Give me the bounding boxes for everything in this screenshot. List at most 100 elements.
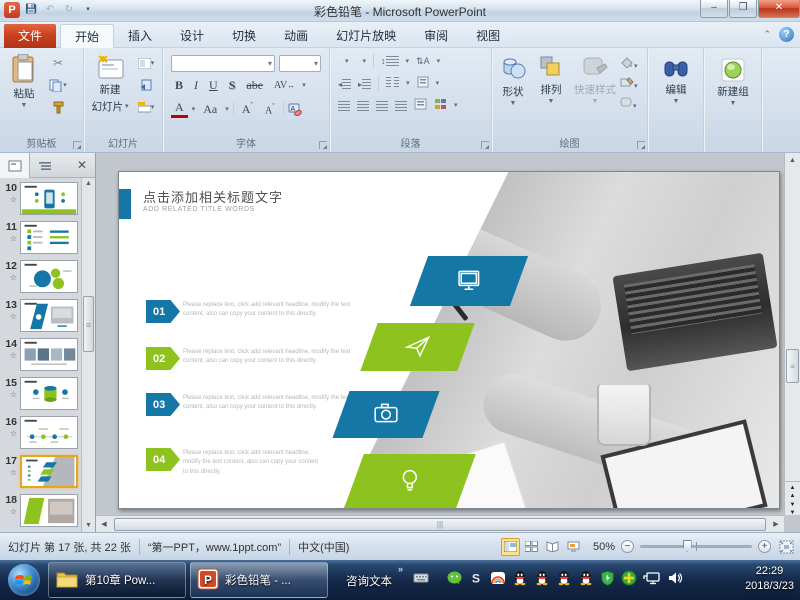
camera-shape[interactable]	[332, 391, 439, 438]
bold-button[interactable]: B	[171, 78, 187, 93]
line-spacing-button[interactable]: ↕	[381, 55, 399, 67]
sidebar-scroll-down-icon[interactable]: ▼	[82, 520, 95, 532]
sidebar-scroll-thumb[interactable]	[83, 296, 94, 352]
align-right-button[interactable]	[376, 101, 388, 111]
scroll-up-icon[interactable]: ▲	[785, 153, 800, 168]
slideshow-view-button[interactable]	[564, 538, 583, 556]
align-center-button[interactable]	[357, 101, 369, 111]
font-name-select[interactable]	[171, 55, 275, 72]
zoom-level[interactable]: 50%	[593, 541, 615, 553]
shapes-button[interactable]: 形状 ▼	[496, 54, 530, 106]
slide-item-badge-01[interactable]: 01	[146, 300, 180, 323]
zoom-slider-thumb[interactable]	[683, 540, 692, 552]
qq-tray-icon[interactable]	[556, 570, 572, 589]
tab-开始[interactable]: 开始	[60, 24, 114, 48]
clear-formatting-icon[interactable]: A	[288, 103, 302, 116]
paste-button[interactable]: 粘贴 ▼	[6, 54, 42, 108]
next-slide-button[interactable]: ▼▼	[785, 499, 800, 516]
close-panel-icon[interactable]: ✕	[69, 153, 95, 177]
zoom-out-button[interactable]: −	[621, 540, 634, 553]
tray-expand-chevron-icon[interactable]: »	[398, 564, 403, 574]
help-icon[interactable]: ?	[779, 27, 794, 42]
tab-设计[interactable]: 设计	[166, 24, 218, 48]
fit-to-window-icon[interactable]	[779, 540, 794, 554]
distribute-button[interactable]	[414, 98, 427, 113]
tab-插入[interactable]: 插入	[114, 24, 166, 48]
change-case-button[interactable]: Aa	[199, 102, 221, 117]
increase-indent-button[interactable]: ▸	[358, 78, 371, 90]
tab-file[interactable]: 文件	[4, 24, 56, 48]
tab-outline[interactable]	[30, 153, 60, 178]
tab-视图[interactable]: 视图	[462, 24, 514, 48]
tab-幻灯片放映[interactable]: 幻灯片放映	[322, 24, 410, 48]
paragraph-dialog-launcher[interactable]	[481, 141, 489, 149]
taskbar-app-powerpoint[interactable]: P彩色铅笔 - ...	[190, 562, 328, 598]
minimize-button[interactable]: –	[700, 0, 728, 18]
monitor-shape[interactable]	[410, 256, 528, 306]
justify-button[interactable]	[395, 101, 407, 111]
scroll-left-icon[interactable]: ◀	[96, 520, 112, 528]
slide-thumbnail-15[interactable]: 15☆	[0, 373, 82, 412]
editing-button[interactable]: 编辑 ▼	[656, 58, 696, 104]
rainbow-tray-icon[interactable]	[490, 570, 506, 589]
slide-item-badge-03[interactable]: 03	[146, 393, 180, 416]
taskbar-toolbar-label[interactable]: 咨询文本	[346, 573, 392, 589]
slide-thumbnail-14[interactable]: 14☆	[0, 334, 82, 373]
qq-tray-icon[interactable]	[578, 570, 594, 589]
slide-subtitle[interactable]: ADD RELATED TITLE WORDS	[143, 206, 255, 213]
keyboard-tray-icon[interactable]	[412, 570, 430, 589]
slide-thumbnail-11[interactable]: 11☆	[0, 217, 82, 256]
char-spacing-button[interactable]: AV↔	[270, 80, 299, 91]
tab-动画[interactable]: 动画	[270, 24, 322, 48]
restore-button[interactable]: ❐	[729, 0, 757, 18]
underline-button[interactable]: U	[205, 78, 222, 93]
shadow-button[interactable]: S	[225, 78, 240, 93]
shield-tray-icon[interactable]	[600, 570, 615, 589]
new-slide-button[interactable]: 新建 幻灯片▾	[88, 54, 132, 114]
font-dialog-launcher[interactable]	[319, 141, 327, 149]
font-size-select[interactable]	[279, 55, 321, 72]
slide-sorter-view-button[interactable]	[522, 538, 541, 556]
vertical-scroll-thumb[interactable]: ≡	[786, 349, 799, 383]
slide-thumbnail-13[interactable]: 13☆	[0, 295, 82, 334]
reset-button[interactable]	[136, 76, 156, 94]
slide-thumbnail-17[interactable]: 17☆	[0, 451, 82, 490]
slide-canvas[interactable]: 点击添加相关标题文字 ADD RELATED TITLE WORDS 01Ple…	[118, 171, 780, 509]
sidebar-scroll-up-icon[interactable]: ▲	[82, 178, 95, 190]
sidebar-scrollbar[interactable]: ▲ ▼	[81, 178, 95, 532]
editor-horizontal-scrollbar[interactable]: ◀ ||| ▶	[96, 515, 784, 532]
close-button[interactable]: ✕	[758, 0, 800, 18]
taskbar-clock[interactable]: 22:29 2018/3/23	[745, 564, 794, 594]
font-color-button[interactable]: A	[171, 100, 188, 118]
shape-outline-button[interactable]: ▾	[620, 77, 638, 91]
plus-tray-icon[interactable]	[621, 570, 637, 589]
section-button[interactable]: ▾	[136, 98, 156, 116]
zoom-slider[interactable]	[640, 545, 752, 548]
clipboard-dialog-launcher[interactable]	[73, 141, 81, 149]
tab-切换[interactable]: 切换	[218, 24, 270, 48]
network-tray-icon[interactable]	[643, 570, 661, 589]
slide-item-text-03[interactable]: Please replace text, click add relevant …	[183, 394, 355, 413]
slide-item-badge-02[interactable]: 02	[146, 347, 180, 370]
new-group-button[interactable]: 新建组 ▼	[711, 58, 755, 106]
arrange-button[interactable]: 排列 ▼	[534, 54, 568, 104]
qq-tray-icon[interactable]	[512, 570, 528, 589]
copy-button[interactable]: ▾	[48, 76, 68, 94]
previous-slide-button[interactable]: ▲▲	[785, 482, 800, 499]
scroll-right-icon[interactable]: ▶	[768, 520, 784, 528]
taskbar-app-folder[interactable]: 第10章 Pow...	[48, 562, 186, 598]
theme-name[interactable]: “第一PPT，www.1ppt.com”	[148, 539, 281, 555]
slide-item-text-02[interactable]: Please replace text, click add relevant …	[183, 348, 355, 367]
shape-fill-button[interactable]: ▾	[620, 56, 638, 71]
shape-effects-button[interactable]: ▾	[620, 97, 638, 111]
slide-item-text-04[interactable]: Please replace text, click add relevant …	[183, 449, 323, 477]
tab-审阅[interactable]: 审阅	[410, 24, 462, 48]
slide-item-text-01[interactable]: Please replace text, click add relevant …	[183, 301, 355, 320]
editor-vertical-scrollbar[interactable]: ▲ ≡ ▲▲ ▼▼	[784, 153, 800, 515]
language-indicator[interactable]: 中文(中国)	[298, 539, 349, 555]
speaker-tray-icon[interactable]	[667, 570, 683, 589]
slide-thumbnail-12[interactable]: 12☆	[0, 256, 82, 295]
decrease-indent-button[interactable]: ◂	[338, 78, 351, 90]
horizontal-scroll-thumb[interactable]: |||	[114, 518, 766, 531]
start-button[interactable]	[8, 564, 40, 596]
